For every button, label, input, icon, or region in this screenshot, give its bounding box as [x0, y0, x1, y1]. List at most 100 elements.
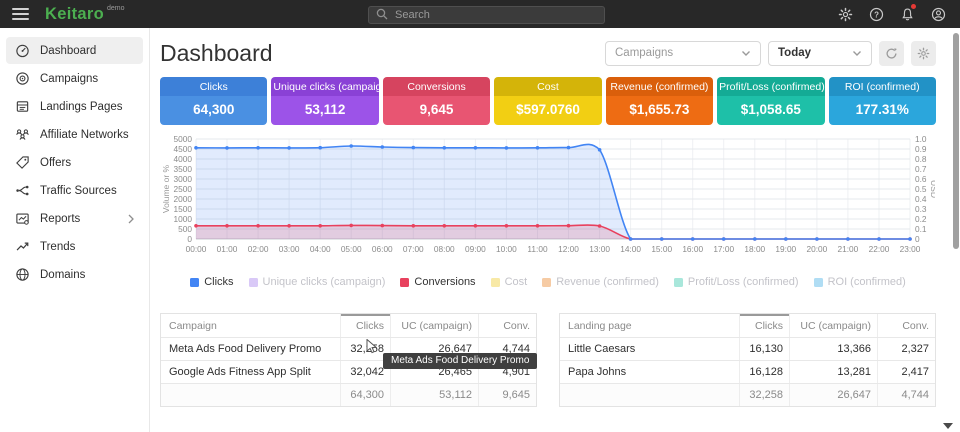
row-name[interactable]: Meta Ads Food Delivery Promo: [161, 338, 340, 360]
legend-swatch: [542, 278, 551, 287]
legend-item-profit-loss-confirmed[interactable]: Profit/Loss (confirmed): [674, 276, 799, 288]
campaign-filter-select[interactable]: Campaigns: [605, 41, 761, 66]
row-value: 2,417: [877, 361, 935, 383]
legend-item-roi-confirmed[interactable]: ROI (confirmed): [814, 276, 906, 288]
row-name[interactable]: Papa Johns: [560, 361, 739, 383]
settings-icon[interactable]: [837, 6, 853, 22]
svg-text:3000: 3000: [174, 174, 193, 184]
column-header-conv[interactable]: Conv.: [478, 314, 536, 337]
svg-text:5000: 5000: [174, 134, 193, 144]
sidebar-item-domains[interactable]: Domains: [6, 261, 143, 288]
svg-text:18:00: 18:00: [744, 244, 765, 254]
metric-value: $1,655.73: [606, 96, 713, 125]
offers-icon: [15, 155, 30, 170]
domains-icon: [15, 267, 30, 282]
sidebar-item-label: Reports: [40, 213, 80, 225]
trends-icon: [15, 239, 30, 254]
legend-label: Clicks: [204, 276, 233, 288]
row-value: 2,327: [877, 338, 935, 360]
legend-swatch: [814, 278, 823, 287]
sidebar: Dashboard CampaignsLandings PagesAffiliat…: [0, 28, 150, 432]
totals-value: 64,300: [340, 384, 390, 406]
column-header-campaign[interactable]: Campaign: [161, 314, 340, 337]
metric-value: 64,300: [160, 96, 267, 125]
traffic-chart[interactable]: 0500100015002000250030003500400045005000…: [160, 131, 936, 264]
svg-text:09:00: 09:00: [465, 244, 486, 254]
logo-text: Keitaro: [45, 5, 104, 23]
help-icon[interactable]: ?: [868, 6, 884, 22]
column-header-clicks[interactable]: Clicks: [739, 314, 789, 337]
legend-item-unique-clicks-campaign[interactable]: Unique clicks (campaign): [249, 276, 386, 288]
table-header-row: CampaignClicksUC (campaign)Conv.: [161, 314, 536, 337]
legend-label: ROI (confirmed): [828, 276, 906, 288]
svg-text:0.9: 0.9: [915, 144, 927, 154]
refresh-button[interactable]: [879, 41, 904, 66]
column-header-clicks[interactable]: Clicks: [340, 314, 390, 337]
sidebar-item-affiliate-networks[interactable]: Affiliate Networks: [6, 121, 143, 148]
scroll-down-arrow-icon[interactable]: [943, 423, 953, 429]
search-input[interactable]: [368, 6, 605, 24]
svg-text:0.8: 0.8: [915, 154, 927, 164]
metric-cards: Clicks64,300Unique clicks (campaign)53,1…: [160, 77, 936, 125]
column-header-uc-campaign[interactable]: UC (campaign): [390, 314, 478, 337]
notification-badge: [911, 4, 916, 9]
campaigns-icon: [15, 71, 30, 86]
sidebar-item-dashboard[interactable]: Dashboard: [6, 37, 143, 64]
sidebar-item-label: Dashboard: [40, 45, 96, 57]
metric-value: $1,058.65: [717, 96, 824, 125]
metric-value: 177.31%: [829, 96, 936, 125]
gear-icon: [917, 47, 930, 60]
sidebar-item-traffic-sources[interactable]: Traffic Sources: [6, 177, 143, 204]
svg-text:00:00: 00:00: [186, 244, 207, 254]
svg-text:0: 0: [187, 234, 192, 244]
scrollbar-thumb[interactable]: [953, 33, 959, 249]
table-header-row: Landing pageClicksUC (campaign)Conv.: [560, 314, 935, 337]
sidebar-item-campaigns[interactable]: Campaigns: [6, 65, 143, 92]
notifications-icon[interactable]: [899, 6, 915, 22]
reports-icon: [15, 211, 30, 226]
metric-value: $597.0760: [494, 96, 601, 125]
page-title: Dashboard: [160, 40, 273, 67]
dashboard-icon: [15, 43, 30, 58]
search-icon: [376, 8, 388, 20]
tables-row: CampaignClicksUC (campaign)Conv.Meta Ads…: [160, 313, 936, 407]
metric-label: Cost: [494, 77, 601, 96]
chart-svg: 0500100015002000250030003500400045005000…: [160, 131, 935, 259]
menu-icon[interactable]: [12, 5, 29, 23]
table-row[interactable]: Papa Johns16,12813,2812,417: [560, 360, 935, 383]
legend-item-revenue-confirmed[interactable]: Revenue (confirmed): [542, 276, 659, 288]
legend-item-clicks[interactable]: Clicks: [190, 276, 233, 288]
column-header-landing-page[interactable]: Landing page: [560, 314, 739, 337]
row-name[interactable]: Little Caesars: [560, 338, 739, 360]
legend-item-cost[interactable]: Cost: [491, 276, 528, 288]
totals-spacer: [161, 384, 340, 406]
period-filter-select[interactable]: Today: [768, 41, 872, 66]
svg-text:4000: 4000: [174, 154, 193, 164]
metric-label: Unique clicks (campaign): [271, 77, 378, 96]
svg-text:2500: 2500: [174, 184, 193, 194]
svg-text:0.3: 0.3: [915, 204, 927, 214]
account-icon[interactable]: [930, 6, 946, 22]
svg-text:1.0: 1.0: [915, 134, 927, 144]
sidebar-item-reports[interactable]: Reports: [6, 205, 143, 232]
main-content: Dashboard Campaigns Today Clicks64,300Un: [150, 28, 960, 432]
metric-card-conversions: Conversions9,645: [383, 77, 490, 125]
sidebar-item-trends[interactable]: Trends: [6, 233, 143, 260]
legend-label: Unique clicks (campaign): [263, 276, 386, 288]
metric-label: Conversions: [383, 77, 490, 96]
app-logo[interactable]: Keitarodemo: [45, 5, 124, 24]
sidebar-item-label: Domains: [40, 269, 85, 281]
svg-text:15:00: 15:00: [651, 244, 672, 254]
legend-item-conversions[interactable]: Conversions: [400, 276, 475, 288]
column-header-uc-campaign[interactable]: UC (campaign): [789, 314, 877, 337]
metric-label: Profit/Loss (confirmed): [717, 77, 824, 96]
column-header-conv[interactable]: Conv.: [877, 314, 935, 337]
legend-swatch: [249, 278, 258, 287]
row-name[interactable]: Google Ads Fitness App Split: [161, 361, 340, 383]
sidebar-item-landings-pages[interactable]: Landings Pages: [6, 93, 143, 120]
metric-card-clicks: Clicks64,300: [160, 77, 267, 125]
dashboard-settings-button[interactable]: [911, 41, 936, 66]
svg-text:04:00: 04:00: [310, 244, 331, 254]
table-row[interactable]: Little Caesars16,13013,3662,327: [560, 337, 935, 360]
sidebar-item-offers[interactable]: Offers: [6, 149, 143, 176]
